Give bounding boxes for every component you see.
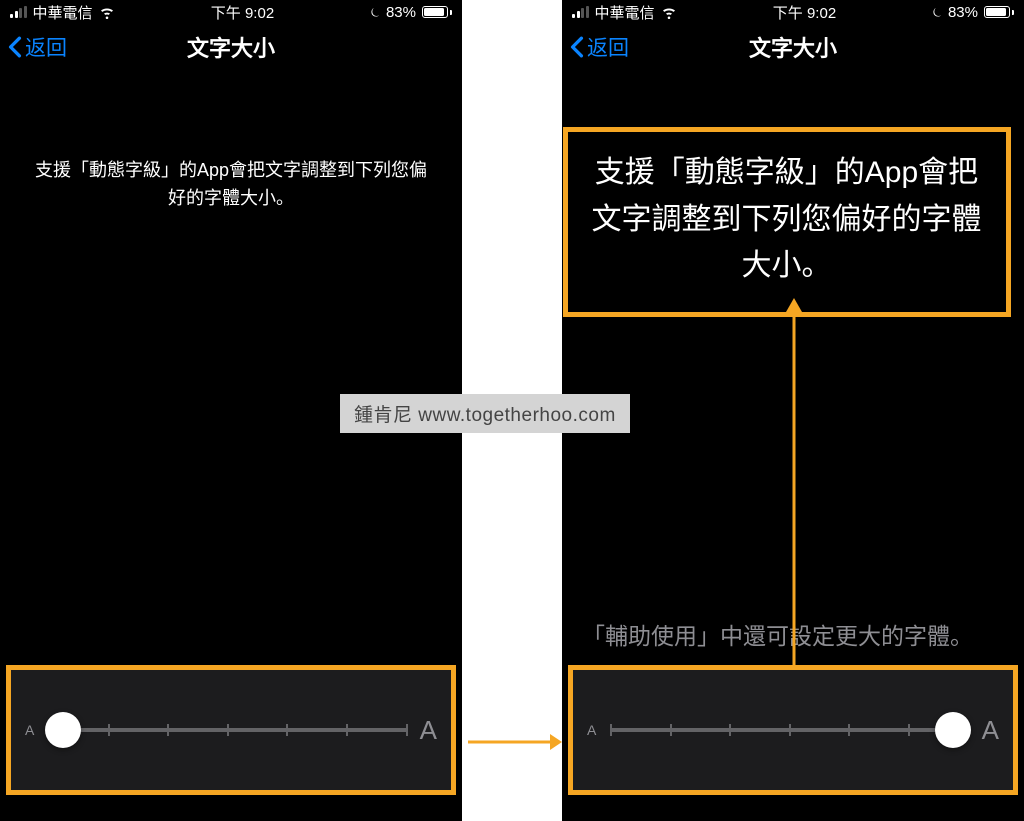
- chevron-left-icon: [570, 36, 584, 58]
- page-title: 文字大小: [187, 31, 275, 63]
- slider-thumb[interactable]: [935, 712, 971, 748]
- description-text-large: 支援「動態字級」的App會把文字調整到下列您偏好的字體大小。: [586, 150, 988, 290]
- slider-max-label: A: [982, 715, 999, 746]
- back-label: 返回: [25, 32, 67, 62]
- body-area: 支援「動態字級」的App會把文字調整到下列您偏好的字體大小。: [562, 72, 1024, 317]
- page-title: 文字大小: [749, 31, 837, 63]
- highlight-box: 支援「動態字級」的App會把文字調整到下列您偏好的字體大小。: [563, 127, 1011, 317]
- chevron-left-icon: [8, 36, 22, 58]
- body-area: 支援「動態字級」的App會把文字調整到下列您偏好的字體大小。: [0, 72, 462, 213]
- battery-pct: 83%: [948, 4, 978, 21]
- back-label: 返回: [587, 32, 629, 62]
- watermark: 鍾肯尼 www.togetherhoo.com: [340, 394, 630, 433]
- slider-min-label: A: [587, 722, 596, 738]
- signal-icon: [572, 6, 589, 18]
- wifi-icon: [661, 5, 677, 19]
- status-time: 下午 9:02: [211, 2, 274, 23]
- slider-track[interactable]: [610, 728, 967, 732]
- carrier-label: 中華電信: [33, 2, 93, 23]
- nav-bar: 返回 文字大小: [562, 22, 1024, 72]
- arrow-right-icon: [466, 730, 562, 754]
- text-size-slider-container: A A: [6, 665, 456, 795]
- status-time: 下午 9:02: [773, 2, 836, 23]
- status-right: ⏾ 83%: [370, 4, 452, 21]
- battery-icon: [422, 6, 452, 18]
- lock-icon: ⏾: [370, 5, 380, 20]
- text-size-slider[interactable]: A A: [25, 715, 437, 746]
- status-bar: 中華電信 下午 9:02 ⏾ 83%: [562, 0, 1024, 22]
- description-text: 支援「動態字級」的App會把文字調整到下列您偏好的字體大小。: [20, 157, 442, 213]
- text-size-slider-container: A A: [568, 665, 1018, 795]
- slider-min-label: A: [25, 722, 34, 738]
- back-button[interactable]: 返回: [570, 32, 629, 62]
- arrow-up-icon: [782, 298, 806, 668]
- battery-pct: 83%: [386, 4, 416, 21]
- slider-track[interactable]: [48, 728, 405, 732]
- status-bar: 中華電信 下午 9:02 ⏾ 83%: [0, 0, 462, 22]
- carrier-label: 中華電信: [595, 2, 655, 23]
- wifi-icon: [99, 5, 115, 19]
- battery-icon: [984, 6, 1014, 18]
- text-size-slider[interactable]: A A: [587, 715, 999, 746]
- back-button[interactable]: 返回: [8, 32, 67, 62]
- status-left: 中華電信: [572, 2, 677, 23]
- slider-max-label: A: [420, 715, 437, 746]
- nav-bar: 返回 文字大小: [0, 22, 462, 72]
- slider-thumb[interactable]: [45, 712, 81, 748]
- lock-icon: ⏾: [932, 5, 942, 20]
- signal-icon: [10, 6, 27, 18]
- status-left: 中華電信: [10, 2, 115, 23]
- status-right: ⏾ 83%: [932, 4, 1014, 21]
